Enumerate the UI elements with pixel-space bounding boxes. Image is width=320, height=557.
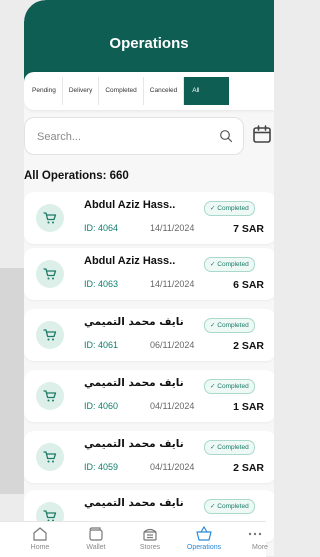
search-box bbox=[24, 117, 244, 155]
operation-card[interactable]: نايف محمد التميمي ✓ Completed ID: 4059 0… bbox=[24, 431, 274, 483]
operation-id: ID: 4060 bbox=[84, 401, 119, 411]
customer-name: نايف محمد التميمي bbox=[84, 377, 184, 389]
calendar-icon[interactable] bbox=[252, 124, 272, 144]
cart-icon bbox=[36, 321, 64, 349]
tab-pending[interactable]: Pending bbox=[26, 77, 62, 105]
cart-icon bbox=[36, 382, 64, 410]
operation-date: 06/11/2024 bbox=[150, 340, 195, 350]
home-icon bbox=[33, 527, 47, 541]
store-icon bbox=[143, 528, 157, 541]
basket-icon bbox=[196, 525, 212, 541]
operation-amount: 6 SAR bbox=[233, 279, 264, 291]
status-badge: ✓ Completed bbox=[204, 440, 255, 455]
customer-name: Abdul Aziz Hass.. bbox=[84, 255, 176, 267]
bottom-nav: Home Wallet Stores Operations More bbox=[0, 521, 268, 557]
operation-id: ID: 4064 bbox=[84, 223, 119, 233]
operation-card[interactable]: نايف محمد التميمي ✓ Completed ID: 4060 0… bbox=[24, 370, 274, 422]
operation-id: ID: 4061 bbox=[84, 340, 119, 350]
operation-id: ID: 4063 bbox=[84, 279, 119, 289]
search-input[interactable] bbox=[35, 126, 209, 148]
nav-stores[interactable]: Stores bbox=[127, 525, 173, 551]
operation-card[interactable]: Abdul Aziz Hass.. ✓ Completed ID: 4064 1… bbox=[24, 192, 274, 244]
status-badge: ✓ Completed bbox=[204, 257, 255, 272]
wallet-icon bbox=[89, 527, 103, 541]
operation-date: 14/11/2024 bbox=[150, 223, 195, 233]
status-badge: ✓ Completed bbox=[204, 318, 255, 333]
tab-canceled[interactable]: Canceled bbox=[142, 77, 184, 105]
more-icon bbox=[248, 532, 262, 536]
cart-icon bbox=[36, 260, 64, 288]
nav-home-label: Home bbox=[30, 544, 50, 551]
operation-amount: 2 SAR bbox=[233, 340, 264, 352]
operations-count: All Operations: 660 bbox=[24, 170, 129, 182]
tab-all[interactable]: All bbox=[183, 77, 230, 105]
nav-more[interactable]: More bbox=[236, 525, 282, 551]
operation-card[interactable]: نايف محمد التميمي ✓ Completed ID: 4061 0… bbox=[24, 309, 274, 361]
nav-operations-label: Operations bbox=[186, 544, 222, 551]
nav-operations[interactable]: Operations bbox=[181, 525, 227, 551]
customer-name: نايف محمد التميمي bbox=[84, 497, 184, 509]
nav-wallet-label: Wallet bbox=[86, 544, 106, 551]
operation-amount: 2 SAR bbox=[233, 462, 264, 474]
operation-amount: 7 SAR bbox=[233, 223, 264, 235]
status-badge: ✓ Completed bbox=[204, 499, 255, 514]
status-badge: ✓ Completed bbox=[204, 379, 255, 394]
tab-completed[interactable]: Completed bbox=[98, 77, 143, 105]
status-badge: ✓ Completed bbox=[204, 201, 255, 216]
operations-screen: Operations Pending Delivery Completed Ca… bbox=[24, 0, 274, 556]
status-tabs: Pending Delivery Completed Canceled All bbox=[24, 72, 274, 110]
search-icon[interactable] bbox=[219, 129, 233, 143]
operation-date: 14/11/2024 bbox=[150, 279, 195, 289]
tab-delivery[interactable]: Delivery bbox=[61, 77, 99, 105]
operation-date: 04/11/2024 bbox=[150, 462, 195, 472]
customer-name: نايف محمد التميمي bbox=[84, 316, 184, 328]
cart-icon bbox=[36, 443, 64, 471]
customer-name: Abdul Aziz Hass.. bbox=[84, 199, 176, 211]
nav-wallet[interactable]: Wallet bbox=[73, 525, 119, 551]
nav-home[interactable]: Home bbox=[17, 525, 63, 551]
operation-card[interactable]: Abdul Aziz Hass.. ✓ Completed ID: 4063 1… bbox=[24, 248, 274, 300]
operation-id: ID: 4059 bbox=[84, 462, 119, 472]
customer-name: نايف محمد التميمي bbox=[84, 438, 184, 450]
operation-date: 04/11/2024 bbox=[150, 401, 195, 411]
page-title: Operations bbox=[109, 35, 189, 52]
nav-more-label: More bbox=[252, 544, 268, 551]
nav-stores-label: Stores bbox=[139, 544, 161, 551]
operation-amount: 1 SAR bbox=[233, 401, 264, 413]
cart-icon bbox=[36, 204, 64, 232]
